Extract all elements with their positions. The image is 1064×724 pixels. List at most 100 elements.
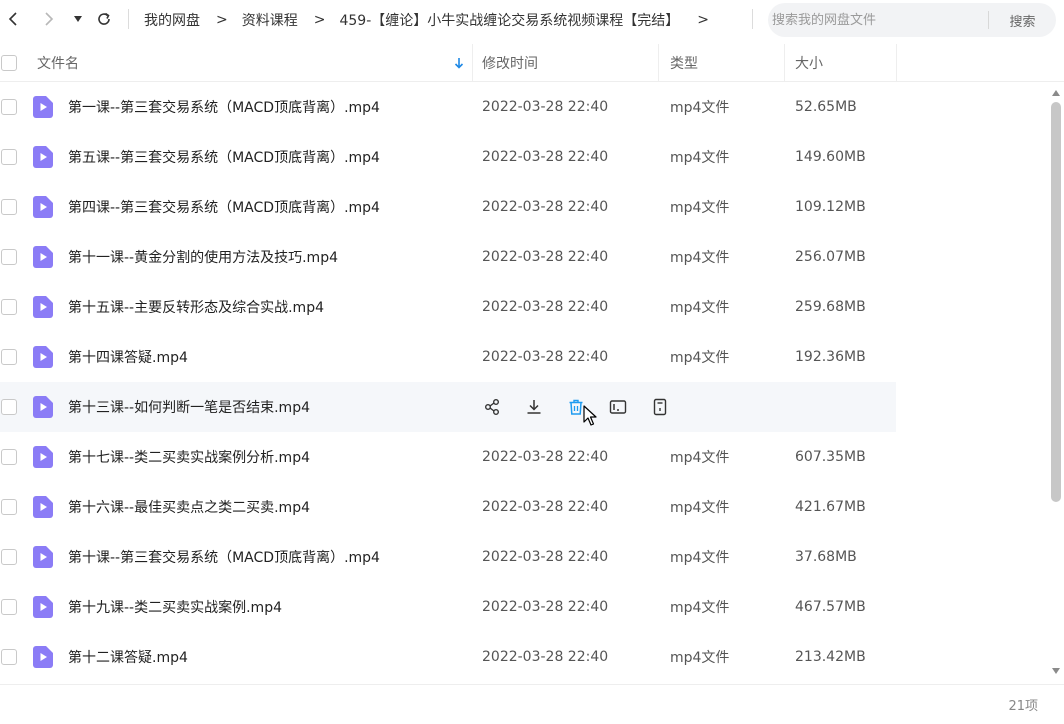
file-size: 256.07MB bbox=[795, 249, 866, 265]
table-row[interactable]: 第十九课--类二买卖实战案例.mp4 2022-03-28 22:40 mp4文… bbox=[0, 582, 896, 632]
file-info-icon bbox=[653, 398, 667, 416]
file-name[interactable]: 第四课--第三套交易系统（MACD顶底背离）.mp4 bbox=[68, 182, 380, 232]
breadcrumb-item-root[interactable]: 我的网盘 bbox=[144, 10, 200, 30]
file-modified-time: 2022-03-28 22:40 bbox=[482, 599, 609, 615]
row-checkbox[interactable] bbox=[1, 199, 17, 215]
row-actions bbox=[482, 382, 692, 432]
file-type: mp4文件 bbox=[670, 200, 730, 216]
rename-icon bbox=[609, 400, 627, 414]
column-header-modified[interactable]: 修改时间 bbox=[482, 44, 538, 82]
file-manager: 我的网盘 > 资料课程 > 459-【缠论】小牛实战缠论交易系统视频课程【完结】… bbox=[0, 0, 1064, 724]
video-file-icon bbox=[33, 246, 53, 268]
file-name[interactable]: 第十五课--主要反转形态及综合实战.mp4 bbox=[68, 282, 324, 332]
search-input[interactable] bbox=[772, 5, 988, 35]
table-row[interactable]: 第十四课答疑.mp4 2022-03-28 22:40 mp4文件 192.36… bbox=[0, 332, 896, 382]
table-row[interactable]: 第十课--第三套交易系统（MACD顶底背离）.mp4 2022-03-28 22… bbox=[0, 532, 896, 582]
column-header-name[interactable]: 文件名 bbox=[37, 44, 79, 82]
breadcrumb-expand[interactable]: > bbox=[697, 12, 709, 28]
file-size: 213.42MB bbox=[795, 649, 866, 665]
row-checkbox[interactable] bbox=[1, 599, 17, 615]
column-header-type[interactable]: 类型 bbox=[670, 44, 698, 82]
file-name[interactable]: 第十课--第三套交易系统（MACD顶底背离）.mp4 bbox=[68, 532, 380, 582]
file-modified-time: 2022-03-28 22:40 bbox=[482, 649, 609, 665]
breadcrumb-item-current[interactable]: 459-【缠论】小牛实战缠论交易系统视频课程【完结】 bbox=[339, 10, 679, 30]
table-row[interactable]: 第四课--第三套交易系统（MACD顶底背离）.mp4 2022-03-28 22… bbox=[0, 182, 896, 232]
scrollbar-thumb[interactable] bbox=[1051, 102, 1061, 502]
column-divider[interactable] bbox=[472, 44, 473, 82]
table-row[interactable]: 第十一课--黄金分割的使用方法及技巧.mp4 2022-03-28 22:40 … bbox=[0, 232, 896, 282]
file-modified-time: 2022-03-28 22:40 bbox=[482, 449, 609, 465]
video-file-icon bbox=[33, 196, 53, 218]
file-modified-time: 2022-03-28 22:40 bbox=[482, 349, 609, 365]
table-row[interactable]: 第一课--第三套交易系统（MACD顶底背离）.mp4 2022-03-28 22… bbox=[0, 82, 896, 132]
row-checkbox[interactable] bbox=[1, 299, 17, 315]
rename-button[interactable] bbox=[608, 397, 628, 417]
row-checkbox[interactable] bbox=[1, 349, 17, 365]
search-button[interactable]: 搜索 bbox=[989, 11, 1056, 30]
file-type: mp4文件 bbox=[670, 500, 730, 516]
row-checkbox[interactable] bbox=[1, 499, 17, 515]
file-name[interactable]: 第十六课--最佳买卖点之类二买卖.mp4 bbox=[68, 482, 310, 532]
video-file-icon bbox=[33, 346, 53, 368]
history-dropdown-button[interactable] bbox=[67, 8, 89, 30]
file-size: 467.57MB bbox=[795, 599, 866, 615]
file-size: 52.65MB bbox=[795, 99, 857, 115]
row-checkbox[interactable] bbox=[1, 399, 17, 415]
table-row[interactable]: 第十六课--最佳买卖点之类二买卖.mp4 2022-03-28 22:40 mp… bbox=[0, 482, 896, 532]
file-name[interactable]: 第一课--第三套交易系统（MACD顶底背离）.mp4 bbox=[68, 82, 380, 132]
more-options-button[interactable] bbox=[650, 397, 670, 417]
row-checkbox[interactable] bbox=[1, 449, 17, 465]
file-name[interactable]: 第十七课--类二买卖实战案例分析.mp4 bbox=[68, 432, 310, 482]
file-name[interactable]: 第十二课答疑.mp4 bbox=[68, 632, 188, 682]
scroll-down-arrow-icon[interactable] bbox=[1052, 668, 1060, 674]
vertical-scrollbar[interactable] bbox=[1048, 86, 1064, 678]
table-row[interactable]: 第十三课--如何判断一笔是否结束.mp4 bbox=[0, 382, 896, 432]
file-size: 259.68MB bbox=[795, 299, 866, 315]
file-name[interactable]: 第十一课--黄金分割的使用方法及技巧.mp4 bbox=[68, 232, 338, 282]
file-name[interactable]: 第五课--第三套交易系统（MACD顶底背离）.mp4 bbox=[68, 132, 380, 182]
column-divider[interactable] bbox=[784, 44, 785, 82]
forward-button[interactable] bbox=[38, 8, 60, 30]
nav-divider bbox=[128, 9, 129, 29]
column-divider[interactable] bbox=[896, 44, 897, 82]
column-header-size[interactable]: 大小 bbox=[795, 44, 823, 82]
row-checkbox[interactable] bbox=[1, 649, 17, 665]
file-modified-time: 2022-03-28 22:40 bbox=[482, 499, 609, 515]
table-row[interactable]: 第十二课答疑.mp4 2022-03-28 22:40 mp4文件 213.42… bbox=[0, 632, 896, 682]
table-row[interactable]: 第十五课--主要反转形态及综合实战.mp4 2022-03-28 22:40 m… bbox=[0, 282, 896, 332]
video-file-icon bbox=[33, 396, 53, 418]
table-header: 文件名 修改时间 类型 大小 bbox=[0, 44, 1064, 82]
table-row[interactable]: 第五课--第三套交易系统（MACD顶底背离）.mp4 2022-03-28 22… bbox=[0, 132, 896, 182]
table-row[interactable]: 第十七课--类二买卖实战案例分析.mp4 2022-03-28 22:40 mp… bbox=[0, 432, 896, 482]
refresh-icon bbox=[98, 12, 110, 25]
column-divider[interactable] bbox=[658, 44, 659, 82]
share-button[interactable] bbox=[482, 397, 502, 417]
nav-divider bbox=[752, 9, 753, 29]
back-button[interactable] bbox=[2, 8, 24, 30]
delete-button[interactable] bbox=[566, 397, 586, 417]
download-icon bbox=[527, 400, 541, 414]
scroll-up-arrow-icon[interactable] bbox=[1052, 90, 1060, 96]
row-checkbox[interactable] bbox=[1, 249, 17, 265]
file-type: mp4文件 bbox=[670, 650, 730, 666]
file-size: 149.60MB bbox=[795, 149, 866, 165]
file-name[interactable]: 第十四课答疑.mp4 bbox=[68, 332, 188, 382]
select-all-checkbox[interactable] bbox=[1, 55, 17, 71]
download-button[interactable] bbox=[524, 397, 544, 417]
file-name[interactable]: 第十三课--如何判断一笔是否结束.mp4 bbox=[68, 382, 310, 432]
file-modified-time: 2022-03-28 22:40 bbox=[482, 299, 609, 315]
video-file-icon bbox=[33, 596, 53, 618]
row-checkbox[interactable] bbox=[1, 149, 17, 165]
row-checkbox[interactable] bbox=[1, 99, 17, 115]
refresh-button[interactable] bbox=[93, 8, 115, 30]
video-file-icon bbox=[33, 96, 53, 118]
chevron-left-icon bbox=[8, 12, 17, 26]
file-name[interactable]: 第十九课--类二买卖实战案例.mp4 bbox=[68, 582, 282, 632]
file-type: mp4文件 bbox=[670, 150, 730, 166]
video-file-icon bbox=[33, 496, 53, 518]
status-bar: 21项 bbox=[0, 684, 1064, 724]
file-modified-time: 2022-03-28 22:40 bbox=[482, 149, 609, 165]
sort-descending-icon[interactable] bbox=[452, 56, 466, 70]
breadcrumb-item-courses[interactable]: 资料课程 bbox=[242, 10, 298, 30]
row-checkbox[interactable] bbox=[1, 549, 17, 565]
